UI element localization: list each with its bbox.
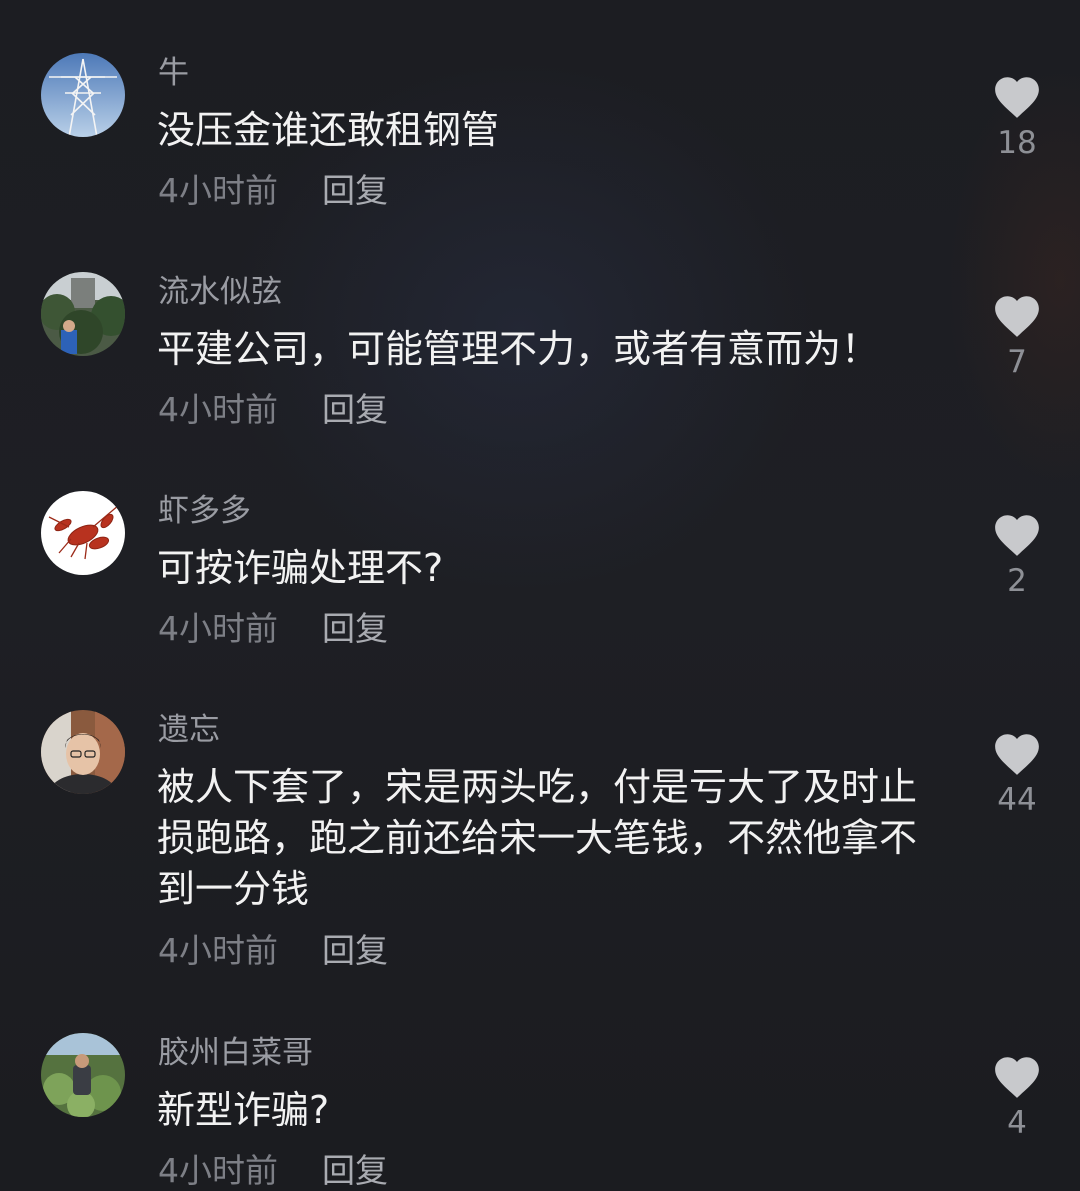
heart-icon[interactable] — [992, 1053, 1042, 1099]
heart-icon[interactable] — [992, 511, 1042, 557]
timestamp: 4小时前 — [158, 931, 278, 970]
user-avatar[interactable] — [41, 491, 125, 575]
reply-button[interactable]: 回复 — [322, 1151, 388, 1190]
like-button[interactable]: 2 — [988, 511, 1046, 599]
timestamp: 4小时前 — [158, 171, 278, 210]
like-button[interactable]: 44 — [988, 730, 1046, 818]
reply-button[interactable]: 回复 — [322, 931, 388, 970]
heart-icon[interactable] — [992, 73, 1042, 119]
like-count: 2 — [1007, 563, 1027, 599]
username[interactable]: 虾多多 — [158, 491, 251, 531]
heart-icon[interactable] — [992, 730, 1042, 776]
comment-text: 没压金谁还敢租钢管 — [157, 108, 500, 152]
like-button[interactable]: 7 — [988, 292, 1046, 380]
timestamp: 4小时前 — [158, 390, 278, 429]
username[interactable]: 流水似弦 — [158, 272, 282, 312]
timestamp: 4小时前 — [158, 1151, 278, 1190]
comment-text: 被人下套了，宋是两头吃，付是亏大了及时止损跑路，跑之前还给宋一大笔钱，不然他拿不… — [157, 765, 918, 911]
reply-button[interactable]: 回复 — [322, 171, 388, 210]
comment-meta: 4小时前 回复 — [158, 931, 388, 971]
comment-meta: 4小时前 回复 — [158, 390, 388, 430]
comment-meta: 4小时前 回复 — [158, 609, 388, 649]
like-count: 18 — [997, 125, 1037, 161]
like-count: 4 — [1007, 1105, 1027, 1141]
user-avatar[interactable] — [41, 1033, 125, 1117]
user-avatar[interactable] — [41, 53, 125, 137]
comment-text: 新型诈骗? — [157, 1088, 330, 1132]
like-count: 44 — [997, 782, 1037, 818]
username[interactable]: 遗忘 — [158, 710, 220, 750]
like-button[interactable]: 4 — [988, 1053, 1046, 1141]
user-avatar[interactable] — [41, 272, 125, 356]
user-avatar[interactable] — [41, 710, 125, 794]
comment-meta: 4小时前 回复 — [158, 1151, 388, 1191]
reply-button[interactable]: 回复 — [322, 609, 388, 648]
heart-icon[interactable] — [992, 292, 1042, 338]
timestamp: 4小时前 — [158, 609, 278, 648]
username[interactable]: 胶州白菜哥 — [158, 1033, 313, 1073]
reply-button[interactable]: 回复 — [322, 390, 388, 429]
comment-text: 平建公司，可能管理不力，或者有意而为！ — [157, 327, 880, 371]
like-button[interactable]: 18 — [988, 73, 1046, 161]
username[interactable]: 牛 — [158, 53, 189, 93]
comment-text: 可按诈骗处理不? — [157, 546, 444, 590]
comment-meta: 4小时前 回复 — [158, 171, 388, 211]
like-count: 7 — [1007, 344, 1027, 380]
